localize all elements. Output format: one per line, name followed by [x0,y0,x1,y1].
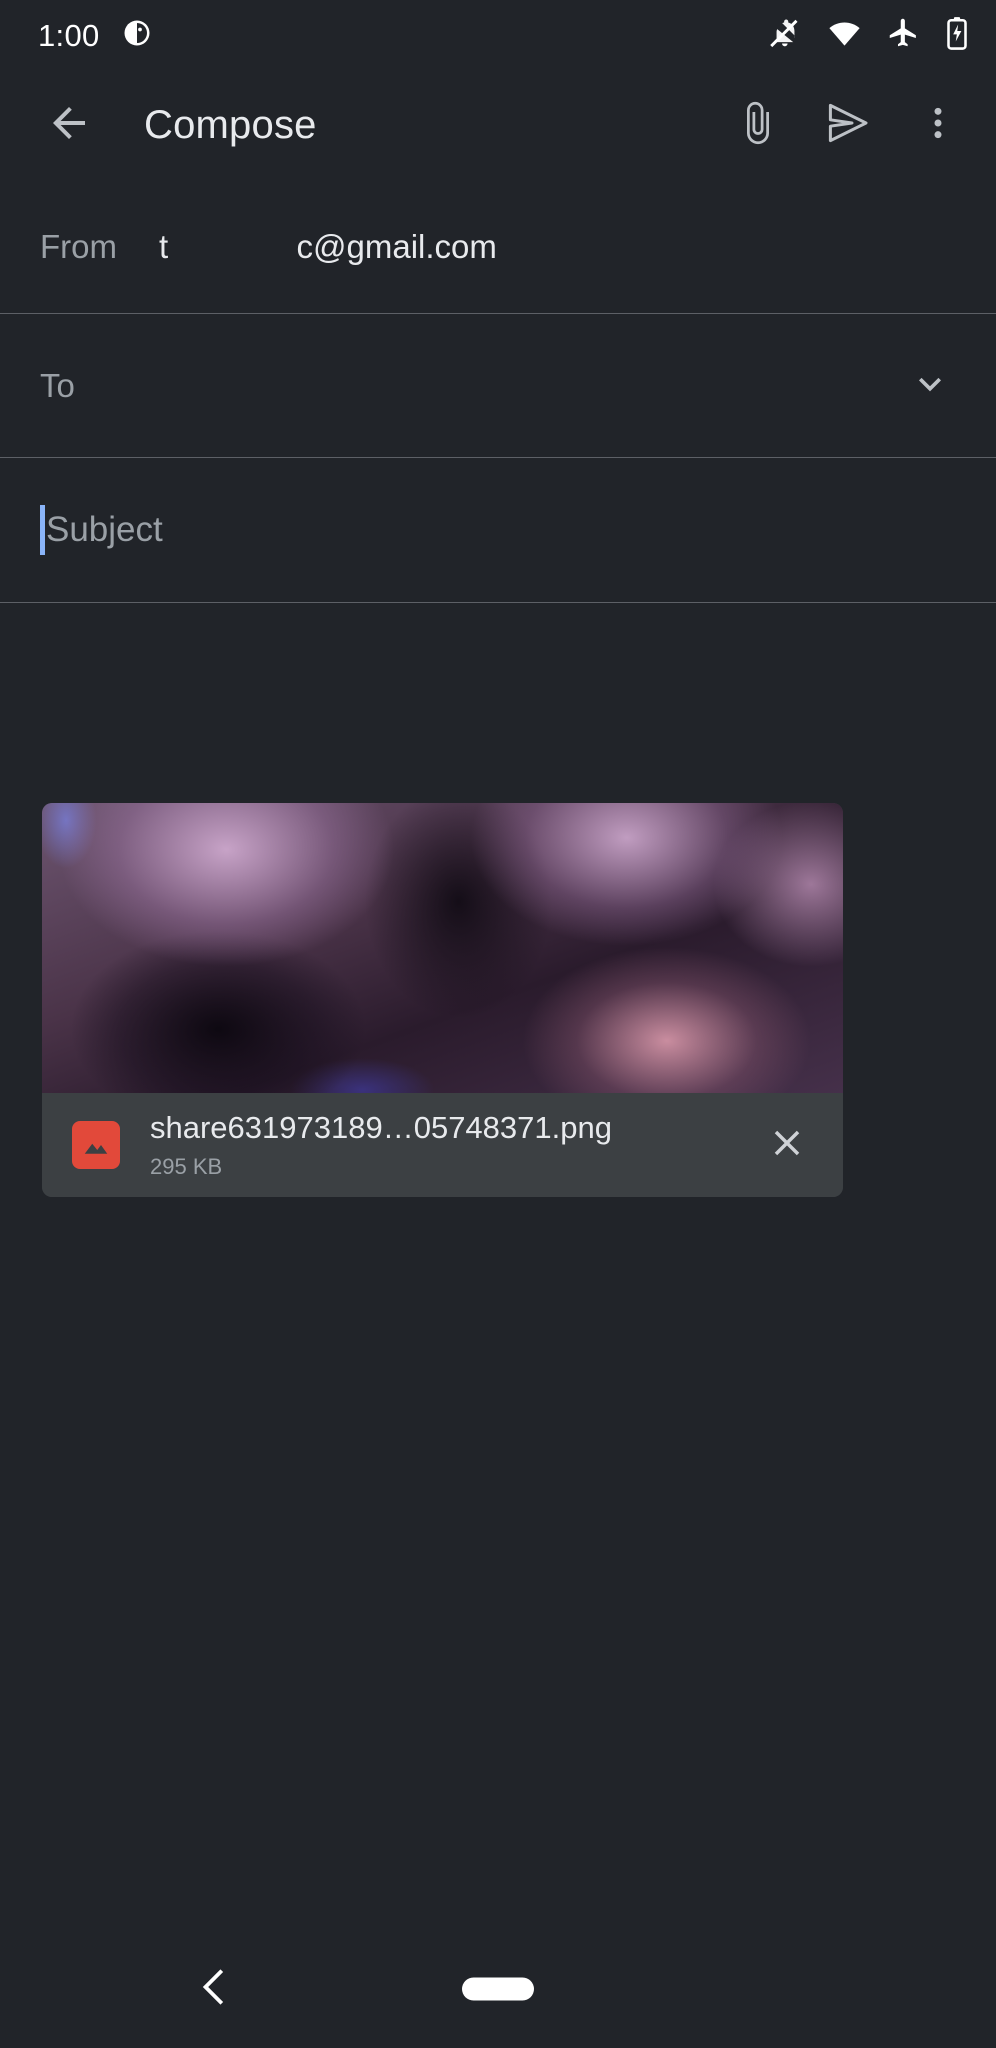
wifi-icon [828,16,861,54]
image-file-icon [72,1121,120,1169]
system-nav-bar [0,1930,996,2048]
send-button[interactable] [816,93,880,157]
expand-recipients-button[interactable] [898,354,962,418]
app-bar: Compose [0,70,996,180]
paperclip-icon [736,101,780,150]
from-label: From [40,227,117,265]
nav-back-button[interactable] [182,1954,252,2024]
compose-body-area[interactable]: share631973189…05748371.png 295 KB [0,603,996,1930]
status-bar: 1:00 [0,0,996,70]
notification-badge-icon [122,18,152,53]
nav-home-pill[interactable] [462,1977,534,2001]
compose-header-fields: From t c@gmail.com To Subject [0,180,996,603]
attachment-card[interactable]: share631973189…05748371.png 295 KB [42,803,843,1197]
status-bar-right [769,16,968,55]
close-icon [766,1122,808,1169]
to-field-row[interactable]: To [0,314,996,457]
battery-charging-icon [946,16,968,55]
airplane-mode-icon [887,16,920,54]
status-bar-clock: 1:00 [38,17,100,53]
compose-screen: 1:00 Compose From t c@gmail.com To Subje… [0,0,996,2048]
attachment-text: share631973189…05748371.png 295 KB [150,1109,757,1181]
page-title: Compose [144,102,317,147]
to-input[interactable]: To [40,367,898,405]
attachment-thumbnail[interactable] [42,803,843,1093]
overflow-menu-icon [918,103,958,148]
app-bar-actions [726,93,970,157]
attach-button[interactable] [726,93,790,157]
remove-attachment-button[interactable] [757,1115,817,1175]
send-icon [824,99,872,152]
chevron-left-icon [194,1964,240,2015]
subject-input[interactable]: Subject [40,505,962,555]
from-field-row[interactable]: From t c@gmail.com [0,180,996,313]
more-options-button[interactable] [906,93,970,157]
back-button[interactable] [38,94,100,156]
chevron-down-icon [908,361,952,410]
attachment-filesize: 295 KB [150,1154,223,1180]
arrow-back-icon [45,99,93,152]
attachment-info-bar: share631973189…05748371.png 295 KB [42,1093,843,1197]
subject-placeholder: Subject [46,510,163,549]
status-bar-left: 1:00 [38,18,152,53]
subject-field-row[interactable]: Subject [0,458,996,602]
attachment-filename: share631973189…05748371.png [150,1110,612,1146]
notifications-off-icon [769,16,802,54]
from-address: t c@gmail.com [159,227,497,265]
text-caret [40,505,45,555]
